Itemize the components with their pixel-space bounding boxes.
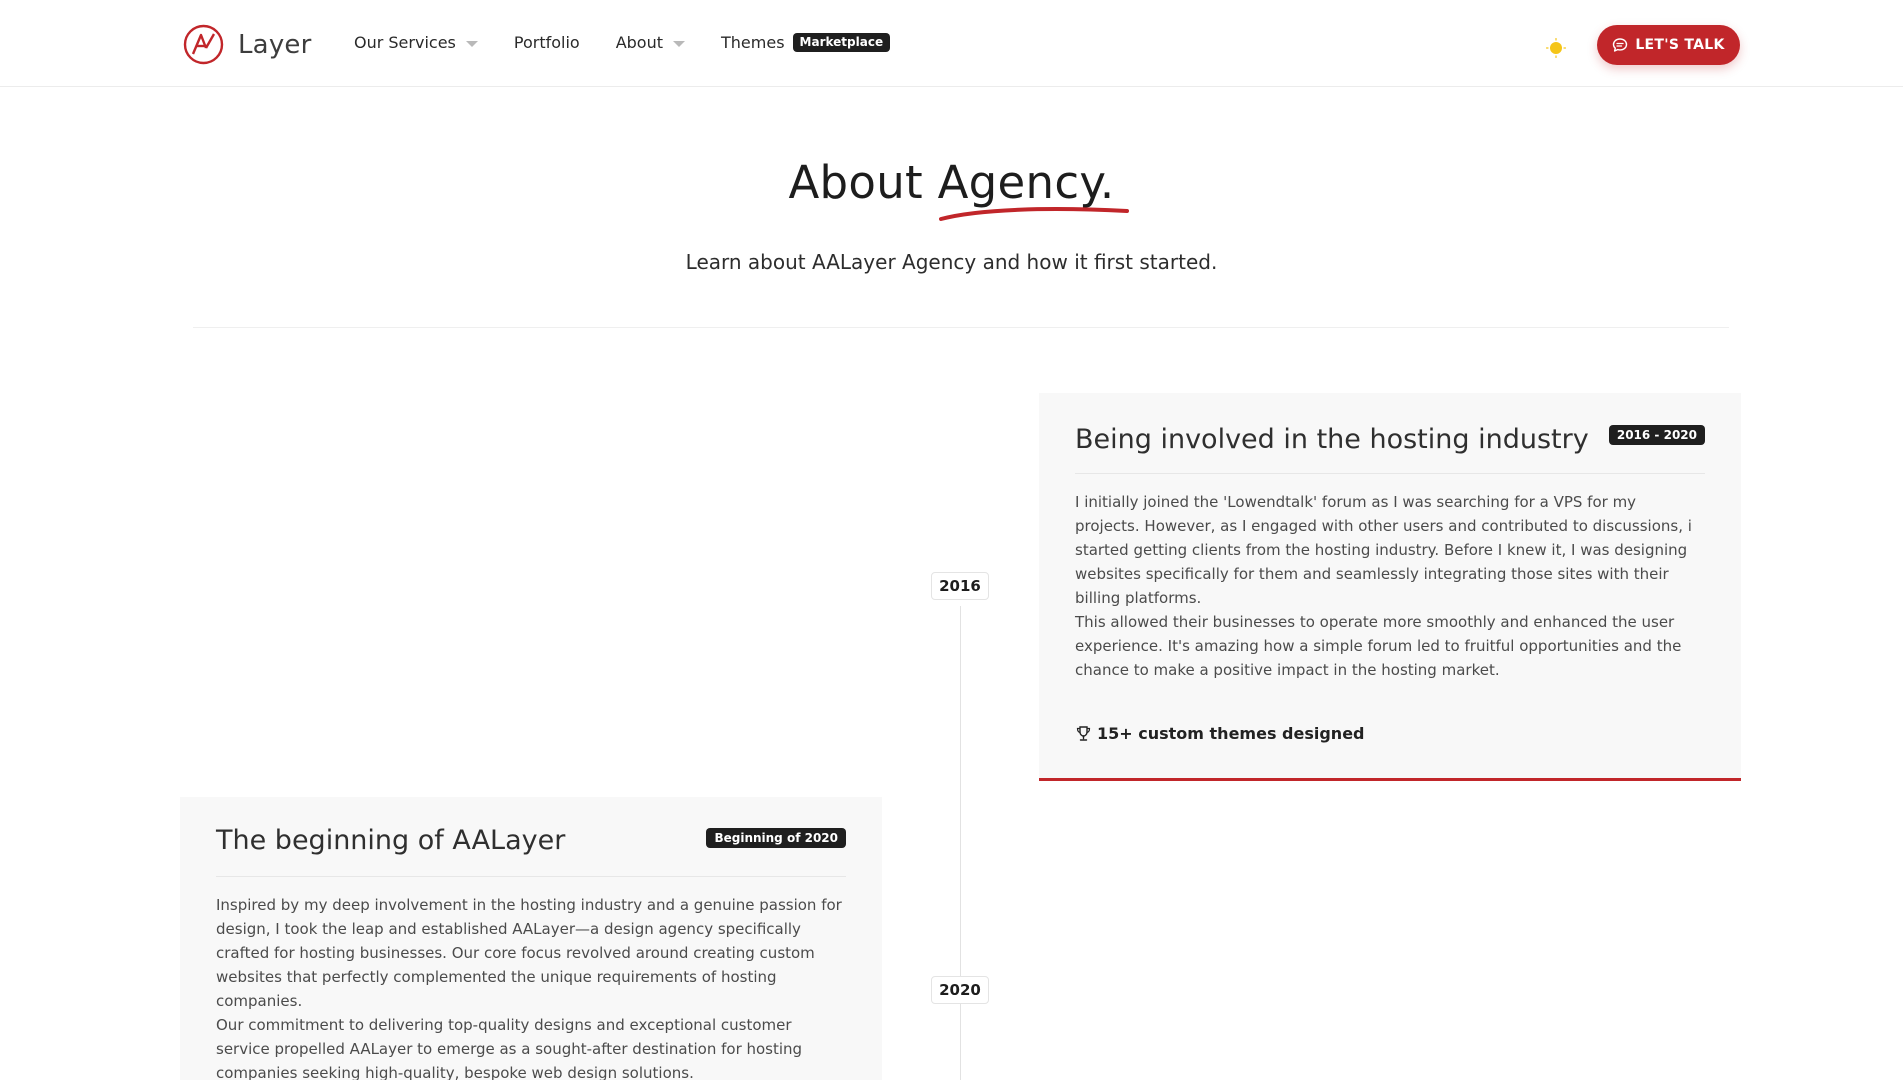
- timeline-year-2020: 2020: [931, 976, 989, 1004]
- nav-themes-label: Themes: [721, 33, 785, 53]
- section-divider: [193, 327, 1729, 328]
- timeline-card-hosting-industry: Being involved in the hosting industry 2…: [1039, 393, 1741, 781]
- nav-our-services[interactable]: Our Services: [354, 33, 478, 52]
- card-title: The beginning of AALayer: [216, 825, 566, 856]
- site-header: Layer Our Services Portfolio About Theme…: [0, 0, 1903, 87]
- chat-bubble-icon: [1613, 38, 1628, 52]
- lets-talk-label: LET'S TALK: [1635, 37, 1725, 53]
- timeline-line: [960, 606, 961, 1080]
- nav-portfolio-label: Portfolio: [513, 33, 580, 53]
- nav-about[interactable]: About: [615, 33, 686, 53]
- nav-themes[interactable]: Themes Marketplace: [721, 33, 891, 53]
- page-subtitle: Learn about AALayer Agency and how it fi…: [685, 250, 1218, 274]
- trophy-icon: [1076, 726, 1091, 741]
- main-nav: Our Services Portfolio About Themes Mark…: [354, 33, 891, 53]
- card-paragraph: Inspired by my deep involvement in the h…: [216, 896, 842, 1010]
- card-separator: [1075, 473, 1705, 474]
- achievement: 15+ custom themes designed: [1075, 724, 1365, 743]
- title-underline-decoration: [939, 207, 1129, 221]
- nav-our-services-label: Our Services: [354, 33, 456, 53]
- marketplace-badge: Marketplace: [792, 33, 891, 53]
- chevron-down-icon: [673, 40, 686, 47]
- brand-logo[interactable]: Layer: [183, 24, 312, 65]
- card-paragraph: This allowed their businesses to operate…: [1075, 613, 1682, 679]
- page-title: About Agency.: [788, 156, 1115, 209]
- logo-mark-icon: [183, 24, 224, 65]
- lets-talk-button[interactable]: LET'S TALK: [1597, 25, 1740, 65]
- achievement-label: 15+ custom themes designed: [1097, 724, 1365, 743]
- timeline-year-2016: 2016: [931, 572, 989, 600]
- sun-icon[interactable]: [1546, 38, 1566, 58]
- chevron-down-icon: [465, 40, 478, 47]
- brand-name: Layer: [238, 29, 312, 60]
- nav-portfolio[interactable]: Portfolio: [514, 33, 580, 52]
- card-paragraph: I initially joined the 'Lowendtalk' foru…: [1075, 493, 1692, 607]
- period-badge: Beginning of 2020: [706, 828, 846, 848]
- timeline-card-beginning: The beginning of AALayer Beginning of 20…: [180, 797, 882, 1080]
- card-paragraph: Our commitment to delivering top-quality…: [216, 1016, 803, 1080]
- card-title: Being involved in the hosting industry: [1075, 424, 1589, 455]
- card-separator: [216, 876, 846, 877]
- nav-about-label: About: [615, 33, 664, 53]
- period-badge: 2016 - 2020: [1608, 425, 1705, 445]
